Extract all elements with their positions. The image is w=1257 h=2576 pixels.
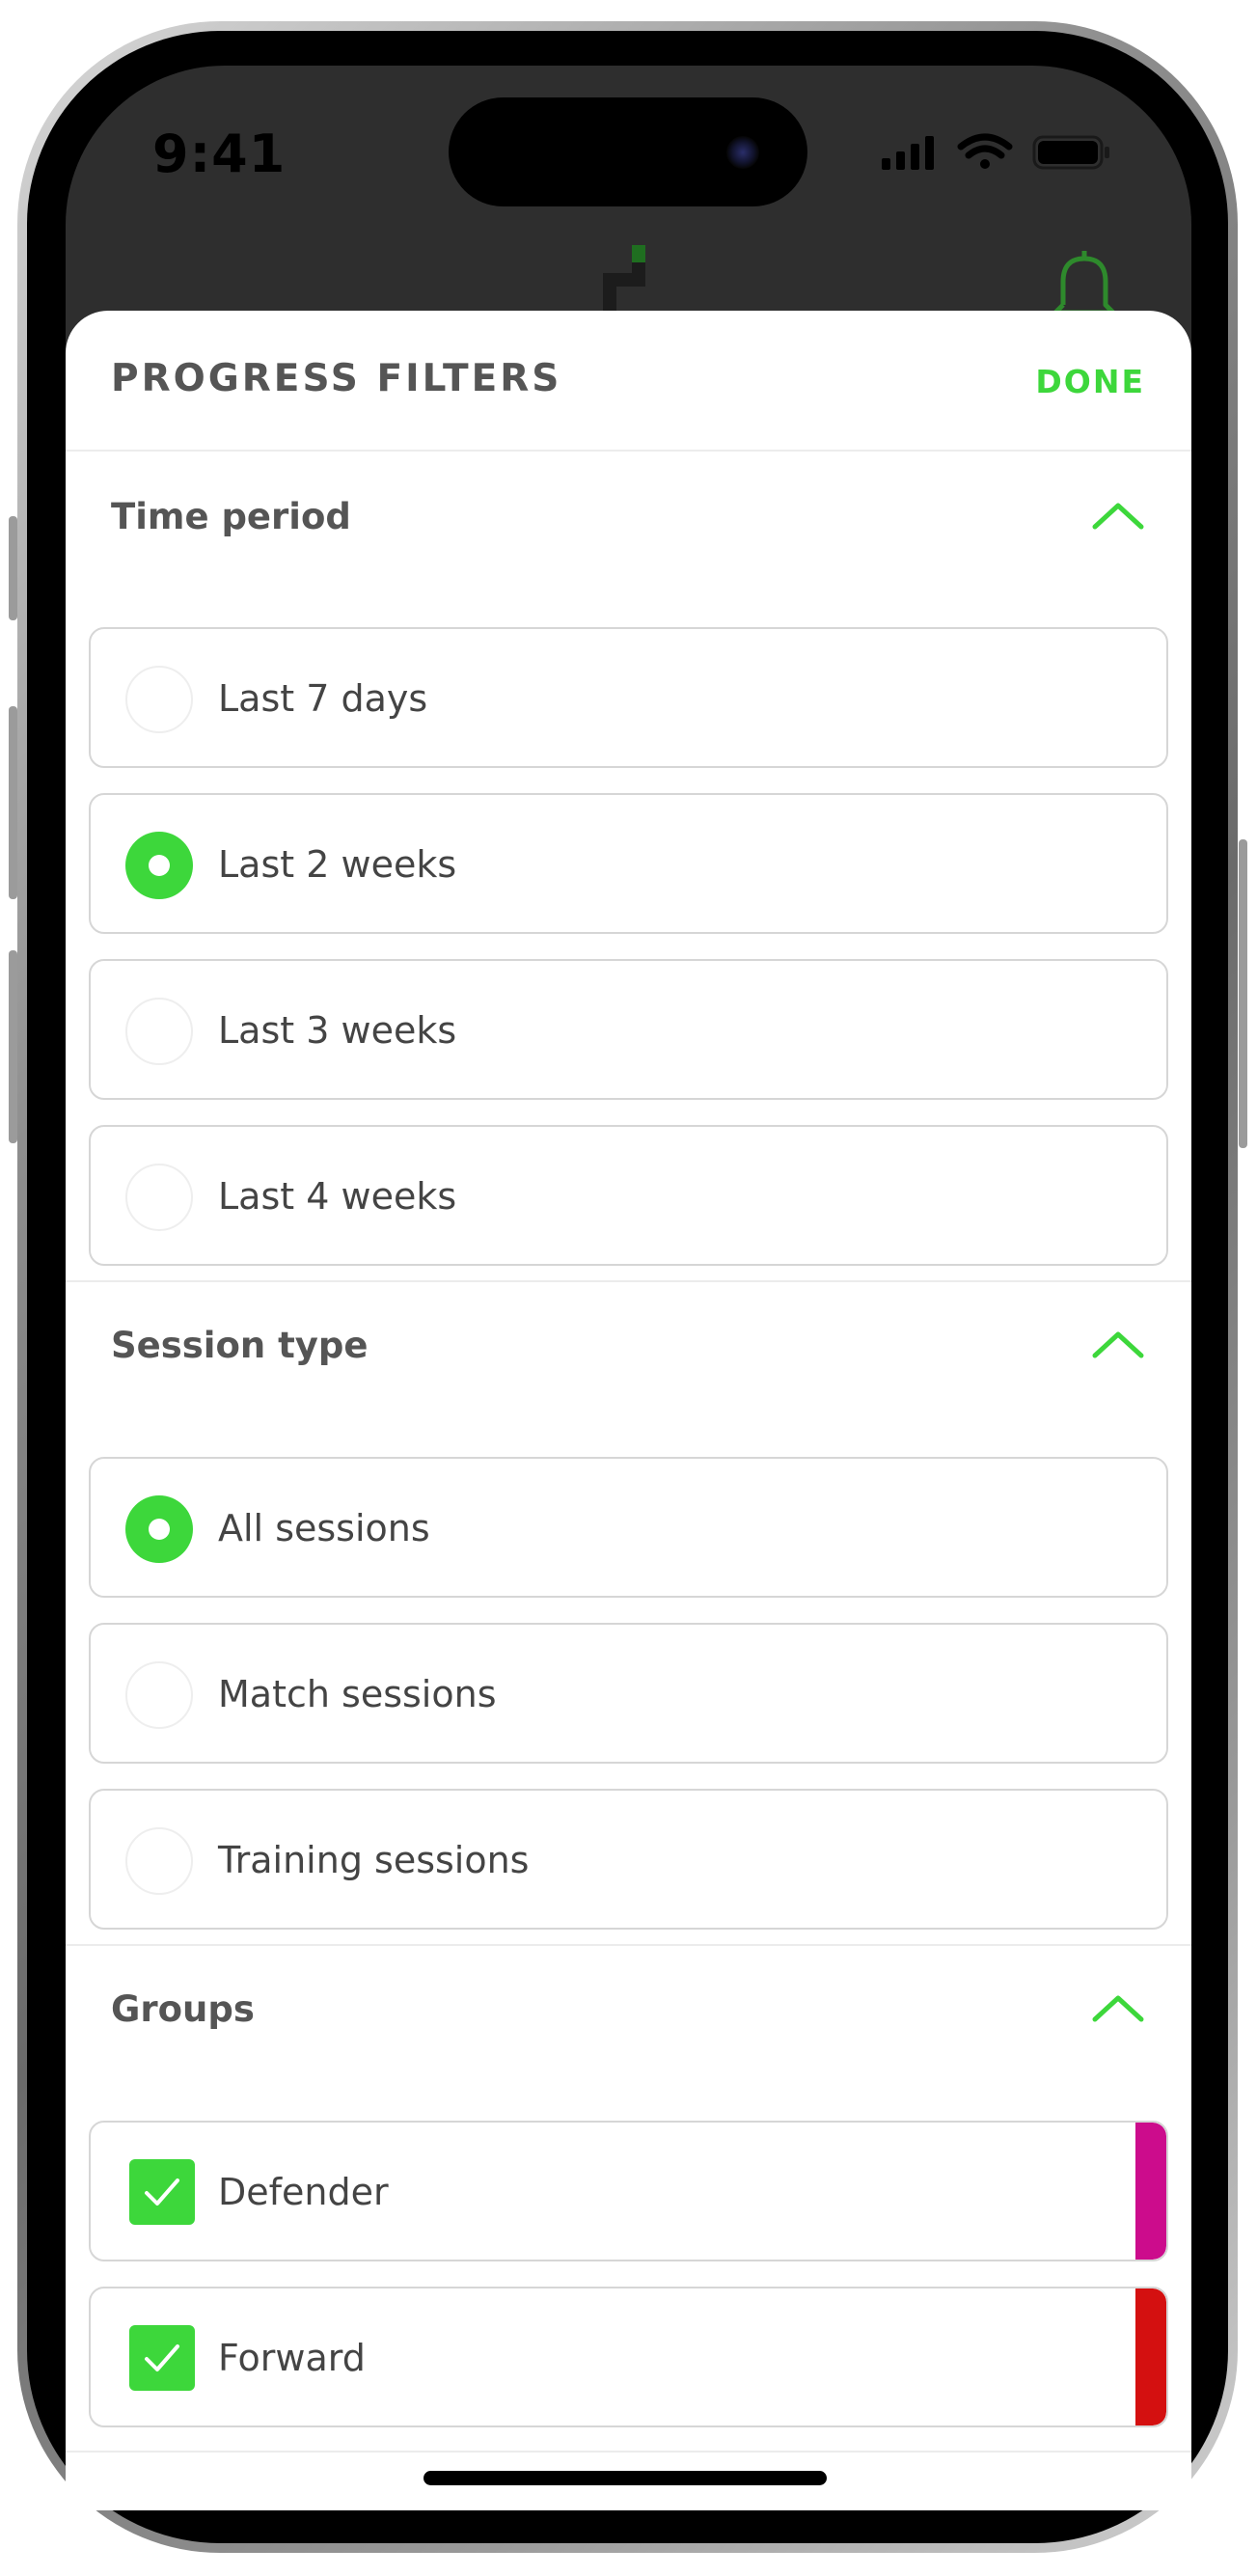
radio-button-selected[interactable] (125, 1495, 193, 1563)
option-all-sessions[interactable]: All sessions (89, 1457, 1168, 1598)
option-label: Last 4 weeks (218, 1175, 457, 1218)
option-last-2-weeks[interactable]: Last 2 weeks (89, 793, 1168, 934)
home-indicator[interactable] (424, 2471, 827, 2485)
option-last-4-weeks[interactable]: Last 4 weeks (89, 1125, 1168, 1266)
option-label: Last 2 weeks (218, 843, 457, 886)
radio-button[interactable] (125, 1661, 193, 1729)
camera-icon (726, 136, 759, 169)
wifi-icon (957, 133, 1013, 169)
option-label: Match sessions (218, 1673, 497, 1715)
chevron-up-icon[interactable] (1091, 1329, 1145, 1359)
session-type-header[interactable]: Session type (66, 1282, 1191, 1408)
radio-button[interactable] (125, 998, 193, 1065)
option-label: Last 7 days (218, 677, 428, 720)
radio-button[interactable] (125, 666, 193, 733)
option-last-7-days[interactable]: Last 7 days (89, 627, 1168, 768)
group-color-stripe (1135, 2288, 1166, 2425)
volume-down-button (9, 950, 17, 1143)
radio-button[interactable] (125, 1827, 193, 1895)
section-divider (66, 2451, 1191, 2453)
section-title: Time period (111, 496, 351, 537)
action-button (9, 516, 17, 620)
status-time: 9:41 (152, 123, 287, 184)
cellular-signal-icon (882, 136, 934, 170)
app-logo-icon (603, 245, 645, 311)
battery-icon (1032, 135, 1109, 170)
checkbox-checked[interactable] (129, 2159, 195, 2225)
option-label: Forward (218, 2337, 366, 2379)
radio-button-selected[interactable] (125, 832, 193, 899)
option-match-sessions[interactable]: Match sessions (89, 1623, 1168, 1764)
group-defender[interactable]: Defender (89, 2121, 1168, 2261)
progress-filters-sheet: PROGRESS FILTERS DONE Time period Last 7… (66, 311, 1191, 2510)
groups-header[interactable]: Groups (66, 1946, 1191, 2071)
section-title: Session type (111, 1325, 369, 1366)
checkmark-icon (145, 2344, 179, 2371)
bell-icon[interactable] (1050, 247, 1119, 315)
option-label: Training sessions (218, 1839, 530, 1881)
status-icons (882, 133, 1109, 170)
option-training-sessions[interactable]: Training sessions (89, 1789, 1168, 1930)
checkbox-checked[interactable] (129, 2325, 195, 2391)
power-button (1239, 839, 1247, 1148)
sheet-title: PROGRESS FILTERS (111, 357, 562, 400)
option-label: All sessions (218, 1507, 430, 1549)
dynamic-island (449, 97, 807, 206)
chevron-up-icon[interactable] (1091, 500, 1145, 531)
done-button[interactable]: DONE (1035, 363, 1145, 400)
chevron-up-icon[interactable] (1091, 1992, 1145, 2023)
volume-up-button (9, 706, 17, 899)
section-title: Groups (111, 1988, 255, 2030)
time-period-header[interactable]: Time period (66, 453, 1191, 579)
option-label: Defender (218, 2171, 389, 2213)
checkmark-icon (145, 2179, 179, 2206)
option-last-3-weeks[interactable]: Last 3 weeks (89, 959, 1168, 1100)
sheet-header: PROGRESS FILTERS DONE (66, 311, 1191, 452)
radio-button[interactable] (125, 1164, 193, 1231)
group-color-stripe (1135, 2123, 1166, 2260)
group-forward[interactable]: Forward (89, 2287, 1168, 2427)
option-label: Last 3 weeks (218, 1009, 457, 1052)
